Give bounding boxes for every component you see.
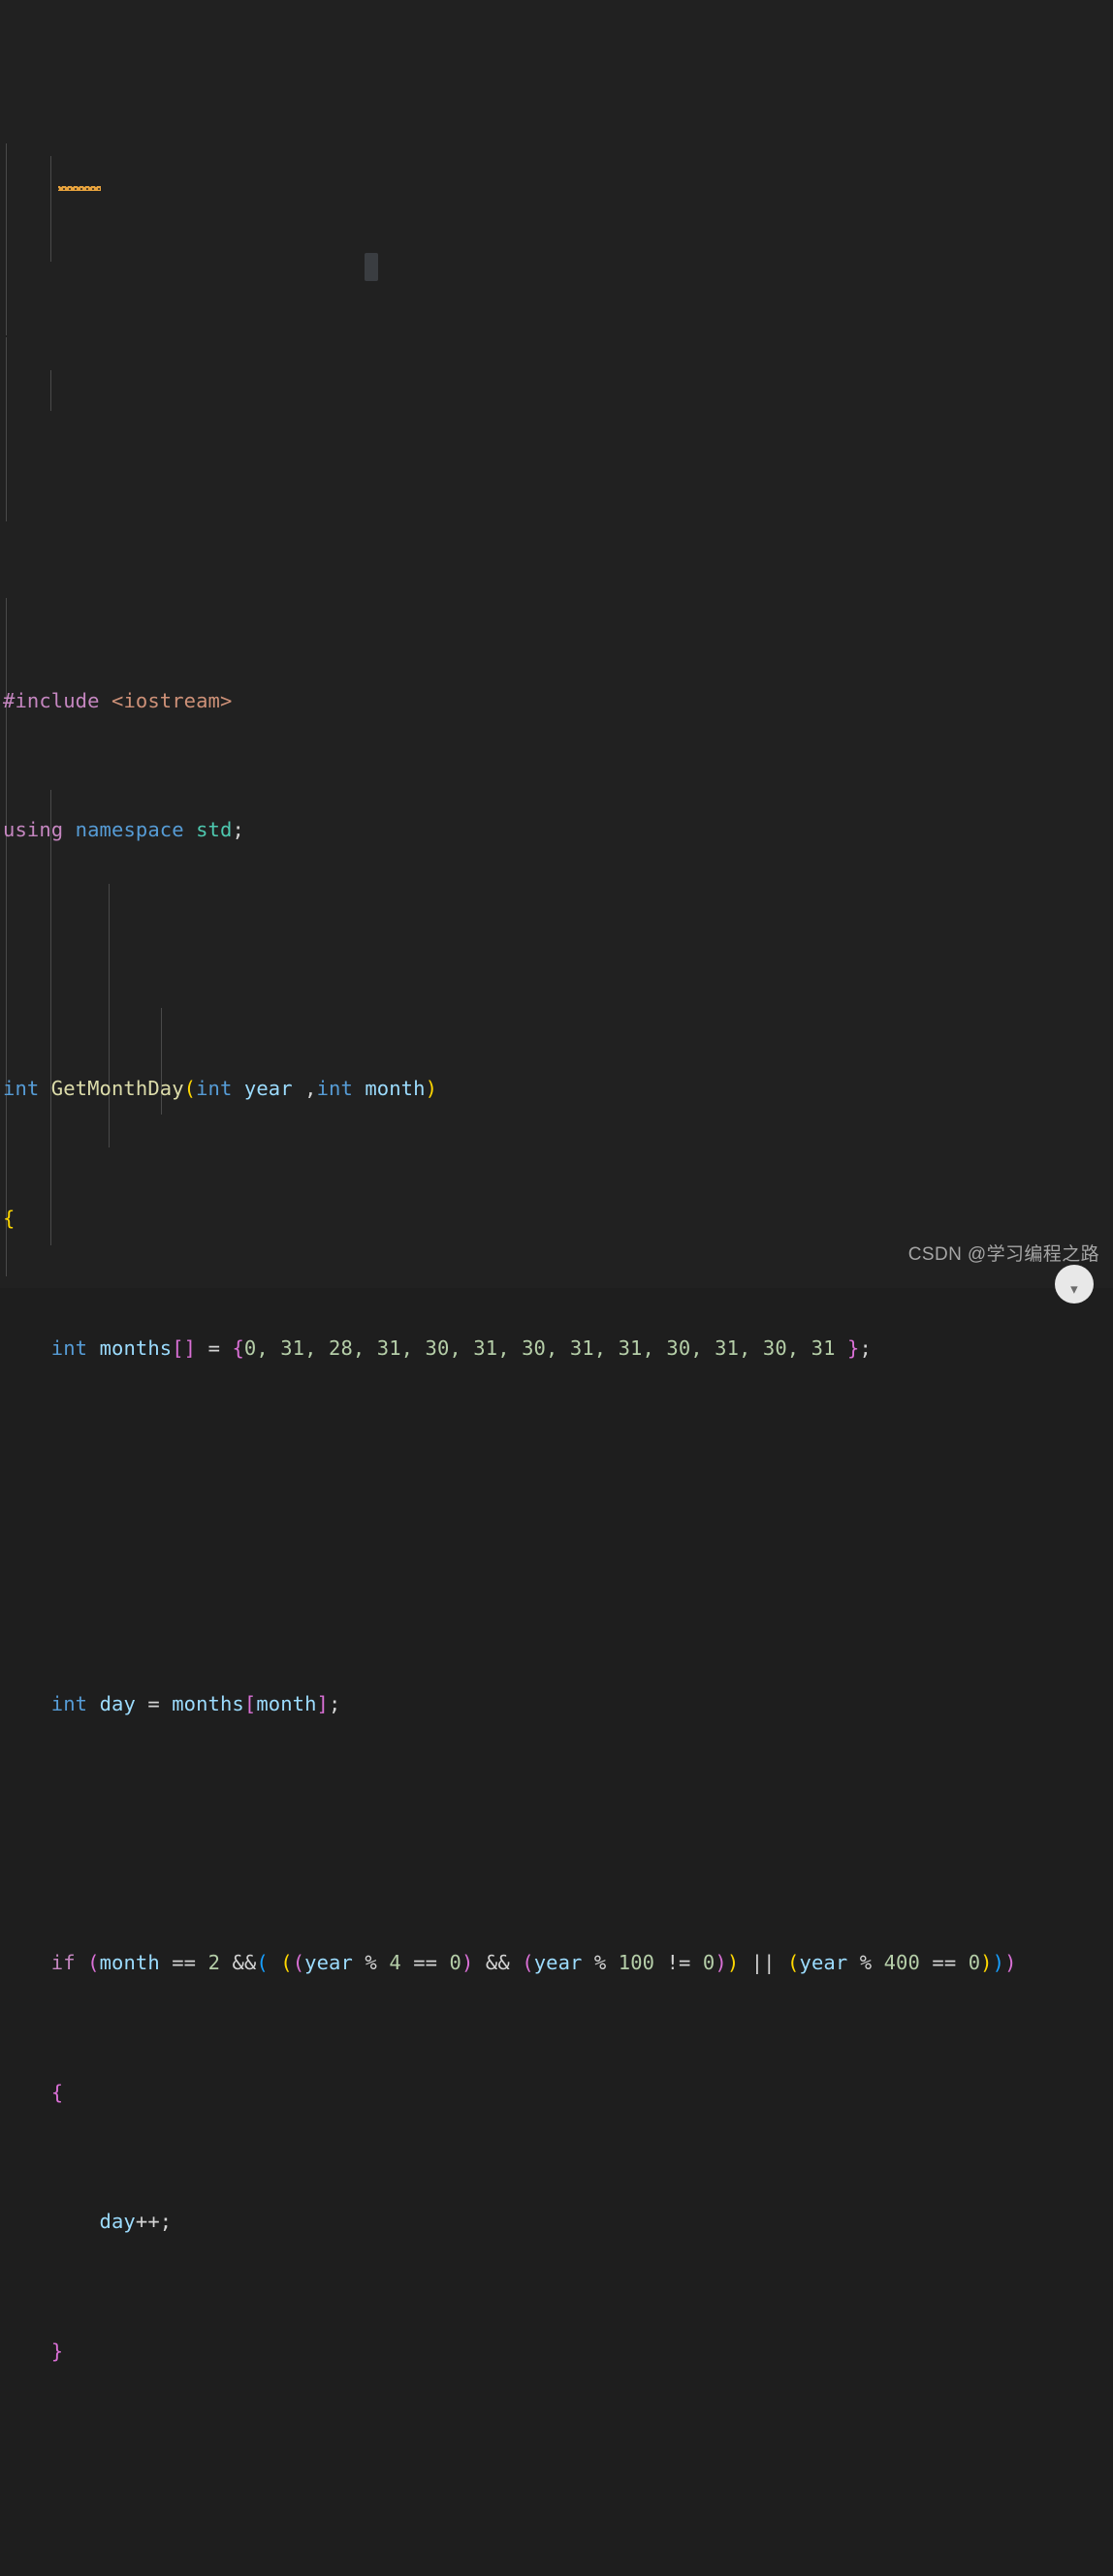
var-name: day — [99, 1692, 136, 1715]
text-cursor — [365, 253, 378, 281]
preprocessor-directive: #include — [3, 688, 100, 712]
return-type: int — [3, 1077, 40, 1101]
code-line[interactable]: day++; — [0, 2206, 1113, 2238]
std-namespace: std — [196, 818, 233, 842]
array-name: months — [99, 1335, 173, 1360]
brace-close: } — [50, 2340, 64, 2364]
namespace-keyword: namespace — [75, 818, 184, 842]
code-line-blank[interactable] — [0, 1558, 1113, 1590]
if-keyword: if — [50, 1951, 76, 1975]
code-line[interactable]: } — [0, 2336, 1113, 2368]
indent-guide — [50, 370, 51, 411]
array-values: 0, 31, 28, 31, 30, 31, 30, 31, 31, 30, 3… — [243, 1335, 836, 1360]
bracket-close: ] — [183, 1335, 197, 1360]
code-line[interactable]: int GetMonthDay(int year ,int month) — [0, 1073, 1113, 1105]
avatar: ▾ — [1055, 1265, 1094, 1304]
bracket-open: [ — [243, 1692, 257, 1715]
param-type: int — [316, 1077, 353, 1101]
indent-guide — [50, 156, 51, 262]
brace-close: } — [847, 1335, 860, 1360]
code-line[interactable]: { — [0, 2077, 1113, 2109]
brace-open: { — [232, 1335, 244, 1360]
code-line[interactable]: { — [0, 1203, 1113, 1235]
warning-squiggle-icon — [58, 186, 101, 191]
code-line-blank[interactable] — [0, 1461, 1113, 1493]
array-ref: months — [172, 1692, 244, 1715]
indent-guide — [6, 337, 7, 521]
indent-guide — [6, 143, 7, 335]
code-line[interactable]: #include <iostream> — [0, 685, 1113, 717]
paren-open: ( — [183, 1077, 197, 1101]
code-line[interactable]: using namespace std; — [0, 814, 1113, 846]
using-keyword: using — [3, 818, 64, 842]
code-line-blank[interactable] — [0, 1818, 1113, 1850]
indent-guide — [109, 884, 110, 1147]
bracket-open: [ — [172, 1335, 184, 1360]
var-type: int — [50, 1692, 88, 1715]
code-line-blank[interactable] — [0, 944, 1113, 976]
indent-guide — [50, 790, 51, 1245]
code-line[interactable]: int day = months[month]; — [0, 1688, 1113, 1720]
code-editor-surface[interactable]: #include <iostream> using namespace std;… — [0, 0, 1113, 2363]
code-line-blank[interactable] — [0, 2466, 1113, 2497]
increment-statement: day — [99, 2210, 136, 2234]
brace-open: { — [3, 1206, 16, 1230]
code-line[interactable]: if (month == 2 &&( ((year % 4 == 0) && (… — [0, 1947, 1113, 1979]
brace-open: { — [50, 2080, 64, 2104]
param-type: int — [196, 1077, 233, 1101]
param-name: month — [365, 1077, 426, 1101]
chevron-down-icon: ▾ — [1070, 1280, 1078, 1298]
function-name: GetMonthDay — [50, 1077, 184, 1101]
paren-close: ) — [425, 1077, 438, 1101]
include-header: <iostream> — [111, 688, 233, 712]
code-line[interactable]: int months[] = {0, 31, 28, 31, 30, 31, 3… — [0, 1333, 1113, 1365]
index-var: month — [256, 1692, 317, 1715]
param-name: year — [243, 1077, 293, 1101]
array-type: int — [50, 1335, 88, 1360]
bracket-close: ] — [316, 1692, 329, 1715]
